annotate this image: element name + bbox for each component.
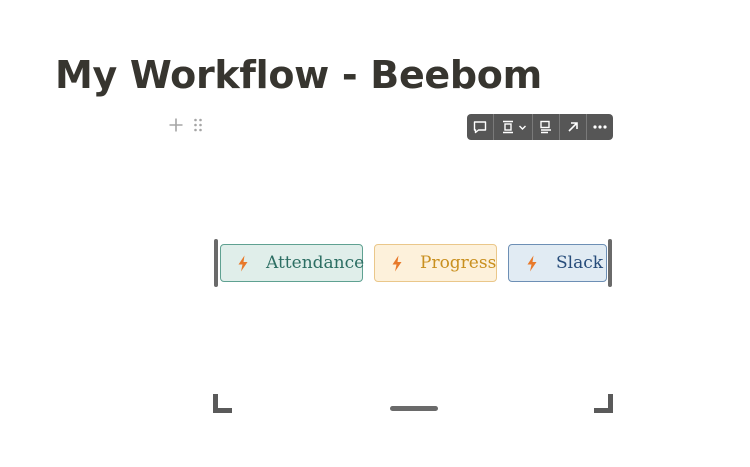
bolt-icon [525, 254, 539, 272]
align-icon [502, 120, 513, 134]
block-handles [168, 115, 206, 135]
open-link-button[interactable] [560, 114, 587, 140]
plus-icon[interactable] [168, 115, 184, 135]
chevron-down-icon [518, 125, 526, 130]
attendance-label: Attendance [266, 253, 365, 273]
resize-handle-left[interactable] [214, 239, 218, 287]
resize-corner-bottom-left[interactable] [213, 394, 232, 413]
attendance-button[interactable]: Attendance [220, 244, 365, 282]
resize-handle-right[interactable] [608, 239, 612, 287]
drag-handle-icon[interactable] [190, 115, 206, 135]
resize-corner-bottom-right[interactable] [594, 394, 613, 413]
more-icon [593, 125, 607, 129]
page-title[interactable]: My Workflow - Beebom [55, 50, 542, 100]
slack-label: Slack [556, 253, 604, 273]
block-toolbar [467, 114, 613, 140]
align-button[interactable] [494, 114, 533, 140]
more-button[interactable] [587, 114, 613, 140]
progress-label: Progress [420, 253, 497, 273]
comment-icon [473, 121, 487, 134]
bolt-icon [391, 254, 403, 272]
open-link-icon [568, 122, 578, 132]
bolt-icon [237, 254, 249, 272]
resize-handle-bottom[interactable] [390, 406, 438, 411]
comment-button[interactable] [467, 114, 494, 140]
caption-button[interactable] [533, 114, 560, 140]
progress-button[interactable]: Progress [374, 244, 497, 282]
caption-icon [540, 120, 551, 134]
slack-button[interactable]: Slack [508, 244, 607, 282]
